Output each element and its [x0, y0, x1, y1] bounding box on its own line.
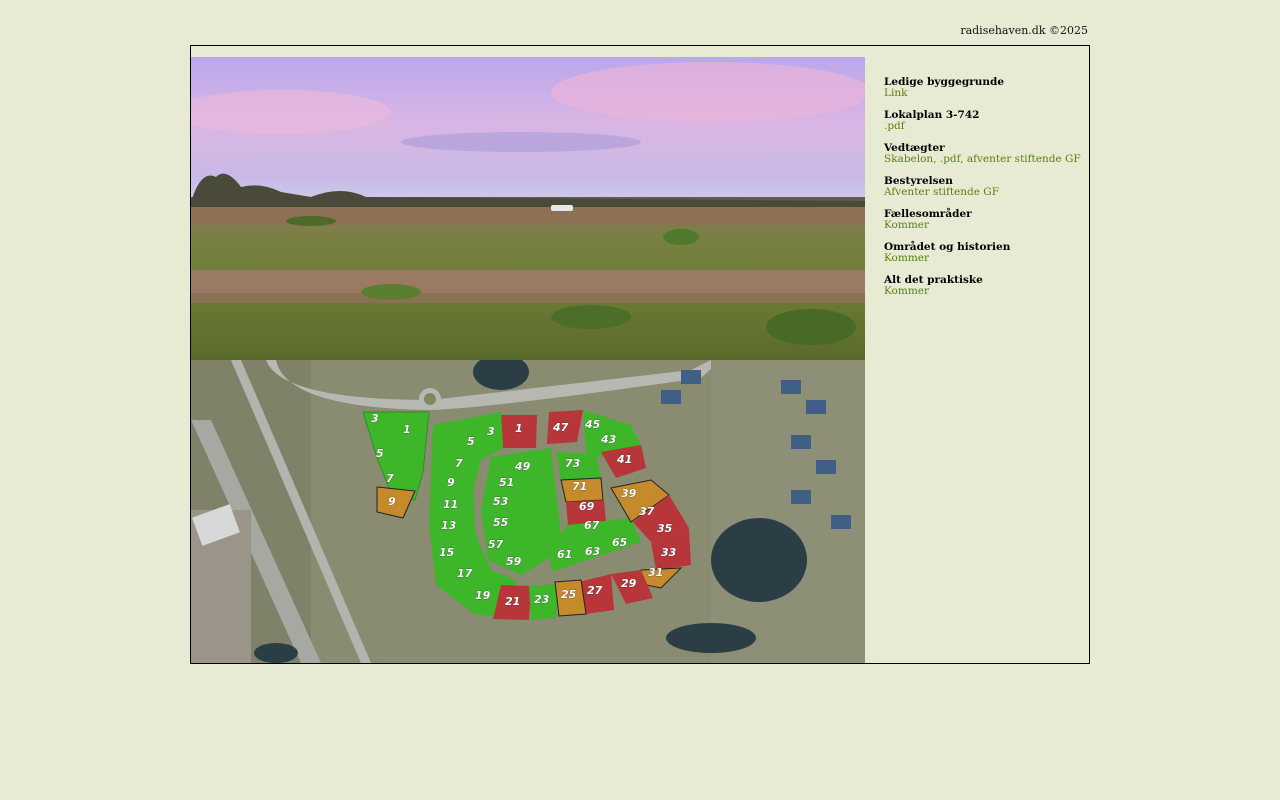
lot-number-label: 69: [579, 500, 595, 513]
site-copyright: radisehaven.dk ©2025: [960, 24, 1088, 37]
nav-link-bestyrelsen[interactable]: Afventer stiftende GF: [884, 187, 1084, 198]
lot-number-label: 65: [612, 536, 628, 549]
lot-number-label: 51: [499, 476, 514, 489]
lot-number-label: 21: [505, 595, 520, 608]
nav-item-praktiske: Alt det praktiske Kommer: [884, 275, 1084, 297]
lot-number-label: 35: [657, 522, 673, 535]
lot-number-label: 17: [457, 567, 473, 580]
lot-number-label: 27: [587, 584, 603, 597]
nav-link-vedtaegter[interactable]: Skabelon, .pdf, afventer stiftende GF: [884, 154, 1084, 165]
lot-number-label: 3: [371, 412, 379, 425]
site-plan-map: 31 57 93 1 47 45 43 41 5 79 11 13 15 17 19 21 …: [191, 360, 865, 663]
nav-item-vedtaegter: Vedtægter Skabelon, .pdf, afventer stift…: [884, 143, 1084, 165]
landscape-photo: [191, 57, 865, 360]
lot-number-label: 45: [584, 418, 601, 431]
lot-number-label: 59: [506, 555, 522, 568]
lot-number-label: 9: [388, 495, 396, 508]
lot-number-label: 19: [475, 589, 491, 602]
lot-number-label: 5: [376, 447, 384, 460]
nav-link-lokalplan[interactable]: .pdf: [884, 121, 1084, 132]
lot-number-label: 13: [441, 519, 457, 532]
nav-link-omraadet[interactable]: Kommer: [884, 253, 1084, 264]
lot-number-label: 61: [557, 548, 572, 561]
lot-number-label: 33: [661, 546, 677, 559]
lot-number-label: 15: [439, 546, 455, 559]
lot-number-label: 25: [561, 588, 577, 601]
nav-item-faellesomraader: Fællesområder Kommer: [884, 209, 1084, 231]
lot-number-label: 71: [572, 480, 587, 493]
nav-item-omraadet: Området og historien Kommer: [884, 242, 1084, 264]
lot-number-label: 1: [515, 422, 523, 435]
lot-number-label: 63: [585, 545, 601, 558]
lot-number-label: 31: [648, 566, 663, 579]
lot-number-label: 49: [514, 460, 531, 473]
nav-item-title: Lokalplan 3-742: [884, 109, 980, 121]
nav-item-title: Ledige byggegrunde: [884, 76, 1005, 88]
lot-number-label: 37: [639, 505, 655, 518]
sidebar-nav: Ledige byggegrunde Link Lokalplan 3-742 …: [884, 77, 1084, 308]
nav-item-lokalplan: Lokalplan 3-742 .pdf: [884, 110, 1084, 132]
lot-number-label: 47: [552, 421, 569, 434]
lot-number-label: 1: [403, 423, 411, 436]
nav-link-faellesomraader[interactable]: Kommer: [884, 220, 1084, 231]
nav-item-byggegrunde: Ledige byggegrunde Link: [884, 77, 1084, 99]
lot-number-label: 43: [600, 433, 617, 446]
nav-item-bestyrelsen: Bestyrelsen Afventer stiftende GF: [884, 176, 1084, 198]
lot-number-label: 53: [493, 495, 509, 508]
lot-number-label: 41: [616, 453, 632, 466]
lot-number-label: 29: [621, 577, 637, 590]
lot-number-label: 39: [621, 487, 637, 500]
lot-number-label: 73: [565, 457, 581, 470]
lot-number-label: 57: [488, 538, 504, 551]
lot-number-label: 7: [386, 472, 394, 485]
lot-number-label: 3: [487, 425, 495, 438]
nav-link-praktiske[interactable]: Kommer: [884, 286, 1084, 297]
lot-number-label: 67: [584, 519, 600, 532]
lot-number-label: 11: [443, 498, 458, 511]
lot-number-label: 9: [447, 476, 455, 489]
main-frame: 31 57 93 1 47 45 43 41 5 79 11 13 15 17 19 21 …: [190, 45, 1090, 664]
lot-number-label: 7: [455, 457, 463, 470]
lot-number-label: 55: [493, 516, 509, 529]
nav-link-byggegrunde[interactable]: Link: [884, 88, 1084, 99]
lot-number-label: 23: [534, 593, 550, 606]
lot-number-label: 5: [467, 435, 475, 448]
